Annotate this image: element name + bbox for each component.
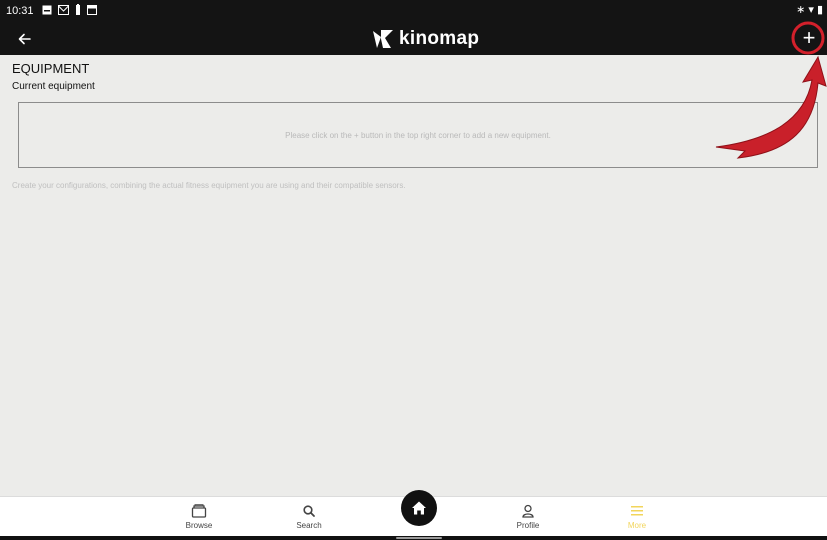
configuration-hint: Create your configurations, combining th… <box>12 181 406 190</box>
nav-label-more: More <box>627 521 647 530</box>
page-title: EQUIPMENT <box>12 61 90 76</box>
wifi-icon: ▾ <box>808 4 814 16</box>
status-right-icons: ∗ ▾ ▮ <box>796 3 823 16</box>
folder-icon <box>191 502 207 520</box>
battery-icon: ▮ <box>816 4 823 16</box>
bluetooth-icon: ∗ <box>796 4 806 16</box>
mail-icon <box>57 4 69 18</box>
main-content: EQUIPMENT Current equipment Please click… <box>0 55 827 496</box>
app-bar: kinomap + <box>0 22 827 55</box>
nav-item-more[interactable]: More <box>607 502 667 530</box>
nav-item-search[interactable]: Search <box>279 502 339 530</box>
kinomap-logo-icon <box>373 30 393 48</box>
gesture-handle[interactable] <box>396 537 442 539</box>
kinomap-logo: kinomap <box>372 28 479 50</box>
section-title: Current equipment <box>12 81 95 92</box>
notification-image-icon <box>42 5 52 18</box>
nav-label-profile: Profile <box>516 521 540 530</box>
nav-label-browse: Browse <box>185 521 213 530</box>
back-button[interactable] <box>14 28 36 50</box>
add-equipment-button[interactable]: + <box>795 24 823 52</box>
home-icon <box>412 501 426 515</box>
status-time: 10:31 <box>6 5 34 17</box>
brand-name: kinomap <box>399 28 480 49</box>
empty-equipment-box: Please click on the + button in the top … <box>18 102 818 168</box>
menu-icon <box>630 502 644 520</box>
calendar-icon <box>86 4 97 18</box>
arrow-left-icon <box>18 33 31 45</box>
search-icon <box>302 502 316 520</box>
empty-message: Please click on the + button in the top … <box>285 130 551 140</box>
status-bar: 10:31 ∗ ▾ ▮ <box>0 0 827 22</box>
nav-label-search: Search <box>296 521 322 530</box>
home-button[interactable] <box>401 490 437 526</box>
nav-item-profile[interactable]: Profile <box>498 502 558 530</box>
person-icon <box>521 502 535 520</box>
plus-icon: + <box>802 25 816 50</box>
nav-item-browse[interactable]: Browse <box>169 502 229 530</box>
battery-small-icon <box>75 4 81 18</box>
